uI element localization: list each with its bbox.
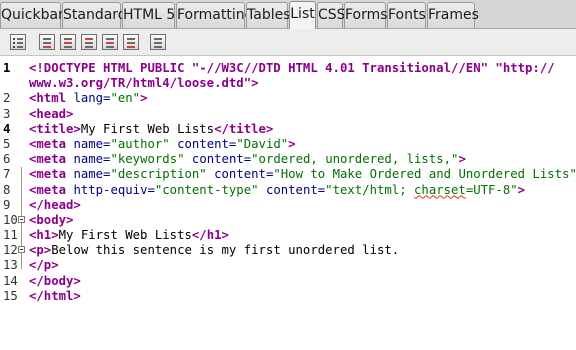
tag: <h1>	[29, 228, 59, 243]
code-line: 6 <meta name="keywords" content="ordered…	[0, 152, 576, 167]
ordered-list-icon[interactable]	[39, 34, 55, 50]
text: My First Web Lists	[58, 228, 192, 243]
line-number: 1	[3, 61, 11, 75]
code-line: 1 <!DOCTYPE HTML PUBLIC "-//W3C//DTD HTM…	[0, 61, 576, 76]
tag: </title>	[214, 121, 274, 136]
tab-formatting[interactable]: Formatting	[176, 2, 253, 28]
code-lines: 1 <!DOCTYPE HTML PUBLIC "-//W3C//DTD HTM…	[0, 61, 576, 304]
value: "en"	[110, 91, 141, 106]
line-number: 14	[3, 273, 18, 288]
fold-toggle-icon[interactable]	[18, 246, 25, 254]
code-line: 8 <meta http-equiv="content-type" conten…	[0, 183, 576, 198]
tag: <title>	[29, 121, 81, 136]
toolbar-tab-bar: Quickbar Standard HTML 5 Formatting Tabl…	[0, 0, 576, 30]
code-editor[interactable]: 1 <!DOCTYPE HTML PUBLIC "-//W3C//DTD HTM…	[0, 57, 576, 303]
value: "author"	[110, 136, 170, 151]
attribute: content=	[191, 152, 252, 167]
tab-frames[interactable]: Frames	[427, 2, 479, 28]
definition-list-icon[interactable]	[81, 34, 97, 50]
line-number: 3	[3, 106, 11, 121]
value: "David"	[236, 136, 289, 151]
code-line: 9 </head>	[0, 198, 576, 213]
attribute: name=	[73, 152, 111, 167]
value: "How to Make Ordered and Unordered Lists…	[273, 167, 576, 182]
code-line: 4 <title>My First Web Lists</title>	[0, 122, 576, 137]
line-number: 2	[3, 91, 11, 106]
code-line: 15 </html>	[0, 289, 576, 304]
code-line: 5 <meta name="author" content="David">	[0, 137, 576, 152]
line-number: 13	[3, 258, 18, 273]
code-line: 14 </body>	[0, 274, 576, 289]
attribute: name=	[73, 167, 111, 182]
line-number: 9	[3, 197, 11, 212]
tab-tables[interactable]: Tables	[246, 2, 291, 28]
list-format-icon[interactable]	[150, 34, 166, 50]
tag: >	[140, 91, 148, 106]
tag: </head>	[29, 197, 81, 212]
tab-quickbar[interactable]: Quickbar	[0, 2, 64, 28]
definition-term-icon[interactable]	[102, 34, 118, 50]
line-number: 10	[3, 212, 18, 227]
line-number: 7	[3, 167, 11, 182]
doctype-text: <!DOCTYPE HTML PUBLIC "-//W3C//DTD HTML …	[29, 61, 555, 75]
line-number: 6	[3, 152, 11, 167]
value: "description"	[110, 167, 207, 182]
text: Below this sentence is my first unordere…	[51, 243, 400, 258]
tag: </body>	[29, 273, 81, 288]
line-number: 8	[3, 182, 11, 197]
value: "keywords"	[110, 152, 185, 167]
tab-fonts[interactable]: Fonts	[387, 2, 426, 28]
code-line: 7 <meta name="description" content="How …	[0, 167, 576, 182]
tag: </h1>	[191, 228, 229, 243]
tag: <meta	[29, 136, 67, 151]
tag: </p>	[29, 258, 59, 273]
line-number: 12	[3, 243, 18, 258]
fold-toggle-icon[interactable]	[18, 215, 25, 223]
tag: >	[517, 182, 526, 197]
attribute: http-equiv=	[73, 182, 155, 197]
spellcheck-underlined-value: charset	[414, 182, 466, 197]
value: "content-type"	[154, 182, 259, 197]
attribute: lang=	[73, 91, 111, 106]
tag: <head>	[29, 106, 74, 121]
code-line-wrap: www.w3.org/TR/html4/loose.dtd">	[0, 76, 576, 91]
tag: <meta	[29, 167, 67, 182]
tag: <meta	[29, 182, 67, 197]
attribute: content=	[177, 136, 237, 151]
list-item-icon[interactable]	[60, 34, 76, 50]
code-line: 12 <p>Below this sentence is my first un…	[0, 243, 576, 258]
tag: >	[288, 136, 296, 151]
line-number: 11	[3, 228, 18, 243]
tag: <meta	[29, 152, 67, 167]
tag: <p>	[29, 243, 52, 258]
list-toolbar	[0, 29, 576, 56]
attribute: name=	[73, 136, 111, 151]
code-line: 11 <h1>My First Web Lists</h1>	[0, 228, 576, 243]
tab-css[interactable]: CSS	[317, 2, 346, 28]
text: My First Web Lists	[80, 121, 215, 136]
line-number: 5	[3, 136, 11, 151]
tag: >	[458, 152, 466, 167]
value: "text/html;	[325, 182, 407, 197]
tag: <html	[29, 91, 67, 106]
unordered-list-icon[interactable]	[10, 34, 26, 50]
tab-standard[interactable]: Standard	[62, 2, 127, 28]
attribute: content=	[265, 182, 326, 197]
code-line: 13 </p>	[0, 258, 576, 273]
tab-forms[interactable]: Forms	[344, 2, 388, 28]
tab-list[interactable]: List	[289, 1, 316, 30]
tab-html5[interactable]: HTML 5	[122, 2, 175, 28]
tag: <body>	[29, 212, 74, 227]
code-line: 10 <body>	[0, 213, 576, 228]
code-line: 3 <head>	[0, 107, 576, 122]
doctype-text: www.w3.org/TR/html4/loose.dtd">	[29, 76, 259, 91]
tag: </html>	[29, 288, 81, 303]
line-number: 4	[3, 121, 11, 136]
code-line: 2 <html lang="en">	[0, 91, 576, 106]
value: =UTF-8"	[465, 182, 518, 197]
attribute: content=	[214, 167, 274, 182]
definition-description-icon[interactable]	[123, 34, 139, 50]
line-number: 15	[3, 288, 18, 303]
value: "ordered, unordered, lists,"	[251, 152, 459, 167]
